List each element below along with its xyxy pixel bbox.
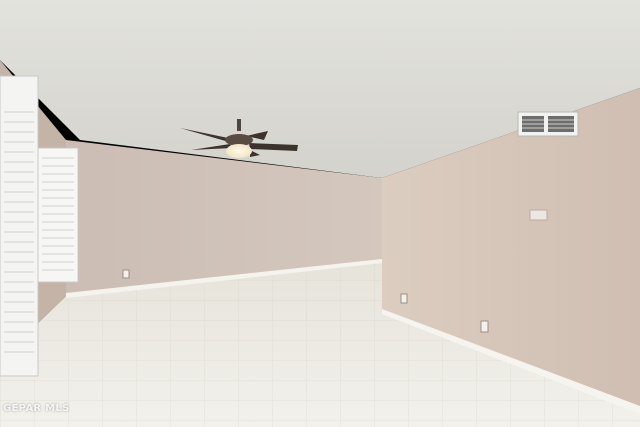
room-illustration xyxy=(0,0,640,427)
wall-plate xyxy=(529,209,548,221)
watermark-text: GEPAR MLS xyxy=(3,403,70,414)
room-photo: GEPAR MLS xyxy=(0,0,640,427)
wall-vent xyxy=(517,111,579,137)
